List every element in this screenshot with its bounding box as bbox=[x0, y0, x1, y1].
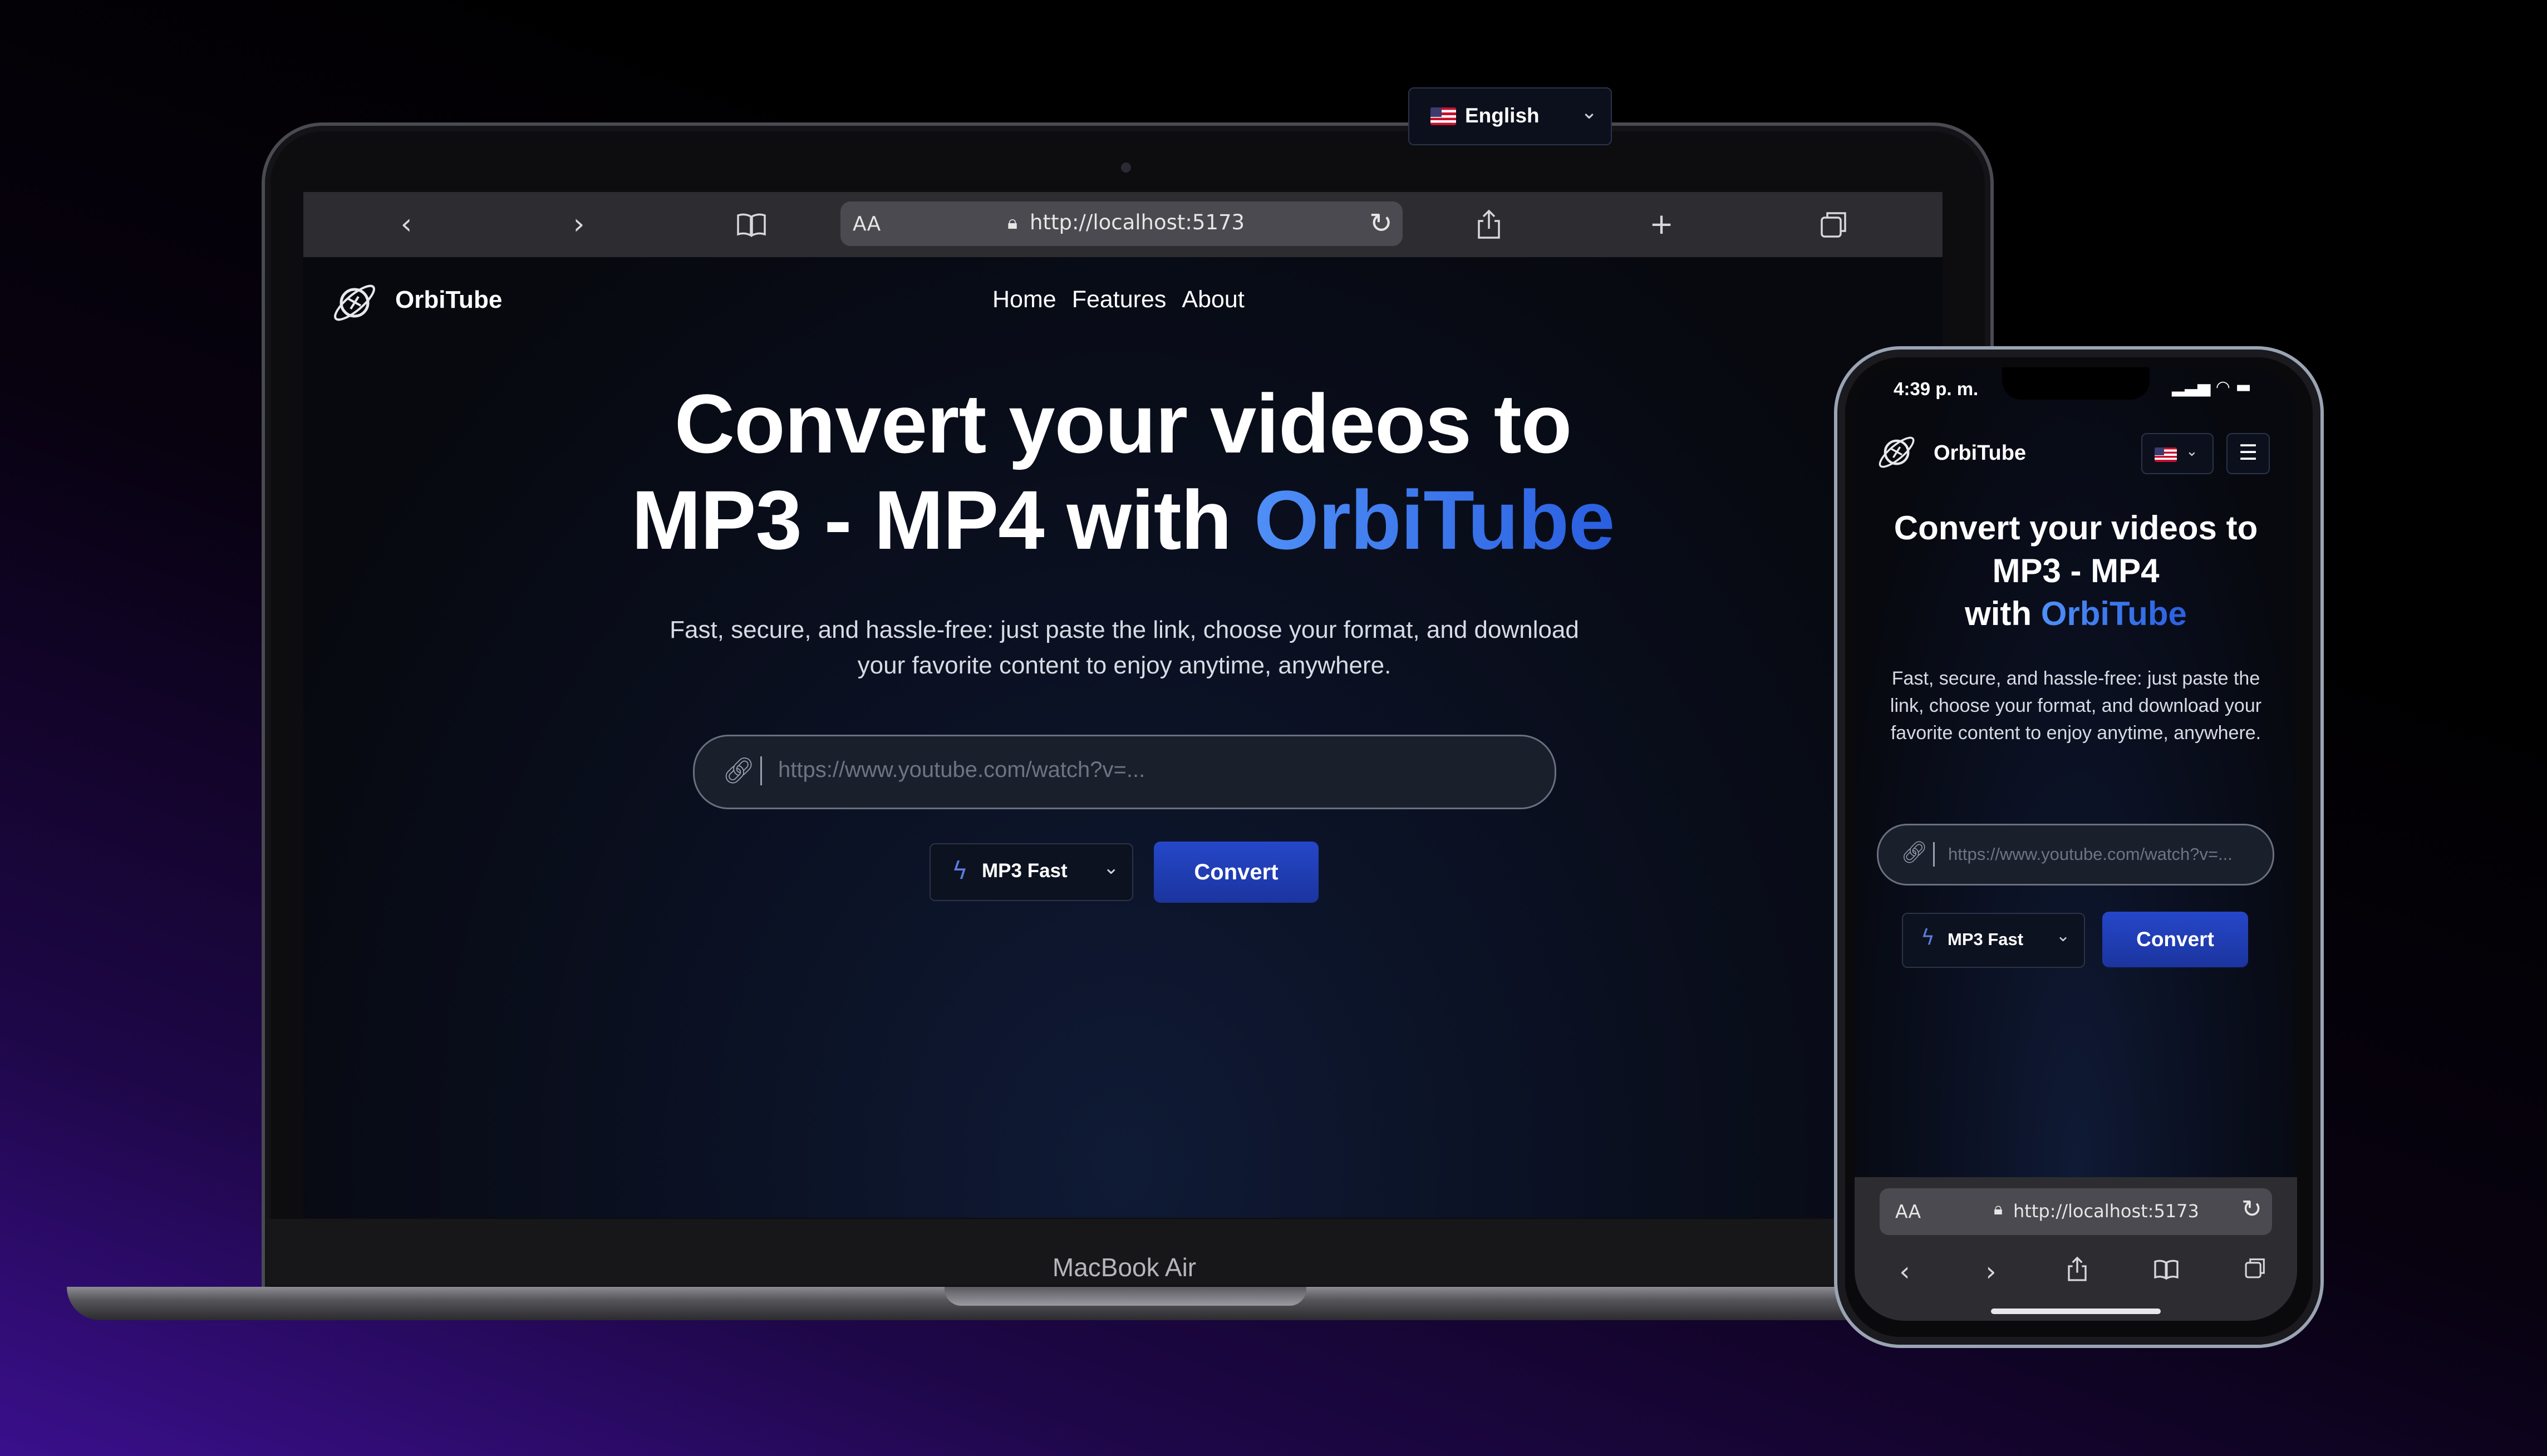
status-icons: ▂▃▅ ◠ ▬ bbox=[2172, 377, 2251, 397]
us-flag-icon bbox=[1430, 107, 1456, 125]
url-text: http://localhost:5173 bbox=[1030, 210, 1245, 234]
url-text: http://localhost:5173 bbox=[2013, 1201, 2199, 1222]
format-select[interactable]: ϟ MP3 Fast ⌄ bbox=[930, 843, 1133, 901]
phone-notch bbox=[2002, 367, 2150, 400]
format-select[interactable]: ϟ MP3 Fast ⌄ bbox=[1902, 913, 2085, 968]
hero-subtitle: Fast, secure, and hassle-free: just past… bbox=[1890, 668, 2262, 744]
text-size-button[interactable]: AA bbox=[1895, 1201, 1921, 1222]
hero-title-prefix: MP3 - MP4 with bbox=[631, 473, 1254, 567]
brand-name[interactable]: OrbiTube bbox=[1934, 441, 2026, 465]
browser-toolbar: ‹ › AA 🔒︎ http://localhost:5173 ↻ + bbox=[303, 192, 1943, 257]
laptop-camera bbox=[1121, 163, 1131, 173]
text-cursor bbox=[760, 756, 762, 785]
chevron-down-icon: ⌄ bbox=[2186, 443, 2198, 460]
nav-about[interactable]: About bbox=[1182, 286, 1244, 313]
link-icon: 🔗︎ bbox=[722, 755, 755, 785]
bolt-icon: ϟ bbox=[952, 857, 968, 885]
address-bar[interactable]: AA 🔒︎ http://localhost:5173 ↻ bbox=[1880, 1188, 2272, 1235]
signal-icon: ▂▃▅ bbox=[2172, 377, 2211, 397]
bookmarks-icon[interactable] bbox=[2150, 1255, 2183, 1288]
reload-icon[interactable]: ↻ bbox=[1369, 207, 1393, 239]
language-select[interactable]: English ⌄ bbox=[1408, 87, 1612, 145]
hero-title-line3: with OrbiTube bbox=[1866, 592, 2286, 635]
share-icon[interactable] bbox=[1472, 208, 1506, 241]
mobile-browser-bar: AA 🔒︎ http://localhost:5173 ↻ ‹ › bbox=[1855, 1177, 2297, 1321]
hamburger-menu-icon[interactable]: ☰ bbox=[2226, 433, 2270, 474]
text-size-button[interactable]: AA bbox=[853, 213, 881, 235]
hero-title: Convert your videos to MP3 - MP4 with Or… bbox=[1866, 506, 2286, 635]
format-label: MP3 Fast bbox=[1948, 929, 2024, 949]
site-header: OrbiTube Home Features About bbox=[303, 257, 1943, 341]
link-icon: 🔗︎ bbox=[1901, 840, 1928, 864]
tabs-icon[interactable] bbox=[2239, 1255, 2272, 1288]
nav-home[interactable]: Home bbox=[992, 286, 1056, 313]
share-icon[interactable] bbox=[2061, 1255, 2094, 1288]
hero-title-prefix: with bbox=[1965, 595, 2041, 632]
nav-features[interactable]: Features bbox=[1072, 286, 1167, 313]
language-label: English bbox=[1465, 104, 1540, 127]
url-input[interactable]: 🔗︎ https://www.youtube.com/watch?v=... bbox=[1877, 824, 2274, 886]
bolt-icon: ϟ bbox=[1921, 925, 1935, 950]
brand-name[interactable]: OrbiTube bbox=[395, 286, 502, 314]
language-select[interactable]: ⌄ bbox=[2141, 433, 2214, 474]
lock-icon: 🔒︎ bbox=[1007, 211, 1018, 234]
orbit-logo-icon[interactable] bbox=[1874, 430, 1920, 475]
phone-screen: 4:39 p. m. ▂▃▅ ◠ ▬ OrbiTube ⌄ ☰ Convert … bbox=[1855, 367, 2297, 1321]
url-input-placeholder: https://www.youtube.com/watch?v=... bbox=[778, 757, 1145, 782]
us-flag-icon bbox=[2155, 447, 2177, 462]
bookmarks-icon[interactable] bbox=[735, 208, 768, 241]
hero-title-accent: OrbiTube bbox=[2040, 595, 2187, 632]
forward-icon[interactable]: › bbox=[1974, 1255, 2008, 1288]
battery-icon: ▬ bbox=[2235, 377, 2251, 397]
hero-title-accent: OrbiTube bbox=[1253, 473, 1615, 567]
home-indicator bbox=[1991, 1309, 2161, 1314]
chevron-down-icon: ⌄ bbox=[2056, 926, 2071, 946]
laptop-hinge-notch bbox=[945, 1287, 1306, 1306]
text-cursor bbox=[1933, 842, 1935, 867]
laptop-screen: ‹ › AA 🔒︎ http://localhost:5173 ↻ + Orbi… bbox=[303, 192, 1943, 1218]
device-label: MacBook Air bbox=[1052, 1253, 1197, 1282]
address-bar[interactable]: AA 🔒︎ http://localhost:5173 ↻ bbox=[840, 201, 1403, 246]
status-time: 4:39 p. m. bbox=[1894, 378, 1979, 399]
convert-button[interactable]: Convert bbox=[2102, 912, 2248, 967]
back-icon[interactable]: ‹ bbox=[1888, 1255, 1921, 1288]
new-tab-icon[interactable]: + bbox=[1645, 208, 1678, 241]
hero-title-line2: MP3 - MP4 bbox=[1992, 552, 2160, 589]
forward-icon[interactable]: › bbox=[562, 208, 596, 241]
url-input[interactable]: 🔗︎ https://www.youtube.com/watch?v=... bbox=[693, 735, 1556, 809]
hero-title: Convert your videos to MP3 - MP4 with Or… bbox=[303, 376, 1943, 568]
reload-icon[interactable]: ↻ bbox=[2241, 1195, 2262, 1223]
format-label: MP3 Fast bbox=[982, 860, 1068, 882]
hero-title-line1: Convert your videos to bbox=[1894, 509, 2258, 547]
hero-title-line1: Convert your videos to bbox=[674, 377, 1572, 470]
orbit-logo-icon[interactable] bbox=[328, 277, 381, 329]
lock-icon: 🔒︎ bbox=[1994, 1199, 2003, 1219]
convert-button[interactable]: Convert bbox=[1154, 842, 1319, 903]
wifi-icon: ◠ bbox=[2215, 377, 2230, 397]
main-nav: Home Features About bbox=[992, 286, 1245, 313]
tabs-icon[interactable] bbox=[1817, 208, 1851, 241]
hero-subtitle: Fast, secure, and hassle-free: just past… bbox=[670, 616, 1579, 679]
back-icon[interactable]: ‹ bbox=[390, 208, 423, 241]
hero-title-line2: MP3 - MP4 with OrbiTube bbox=[303, 472, 1943, 568]
url-input-placeholder: https://www.youtube.com/watch?v=... bbox=[1948, 844, 2233, 864]
chevron-down-icon: ⌄ bbox=[1103, 857, 1119, 879]
chevron-down-icon: ⌄ bbox=[1581, 101, 1598, 124]
